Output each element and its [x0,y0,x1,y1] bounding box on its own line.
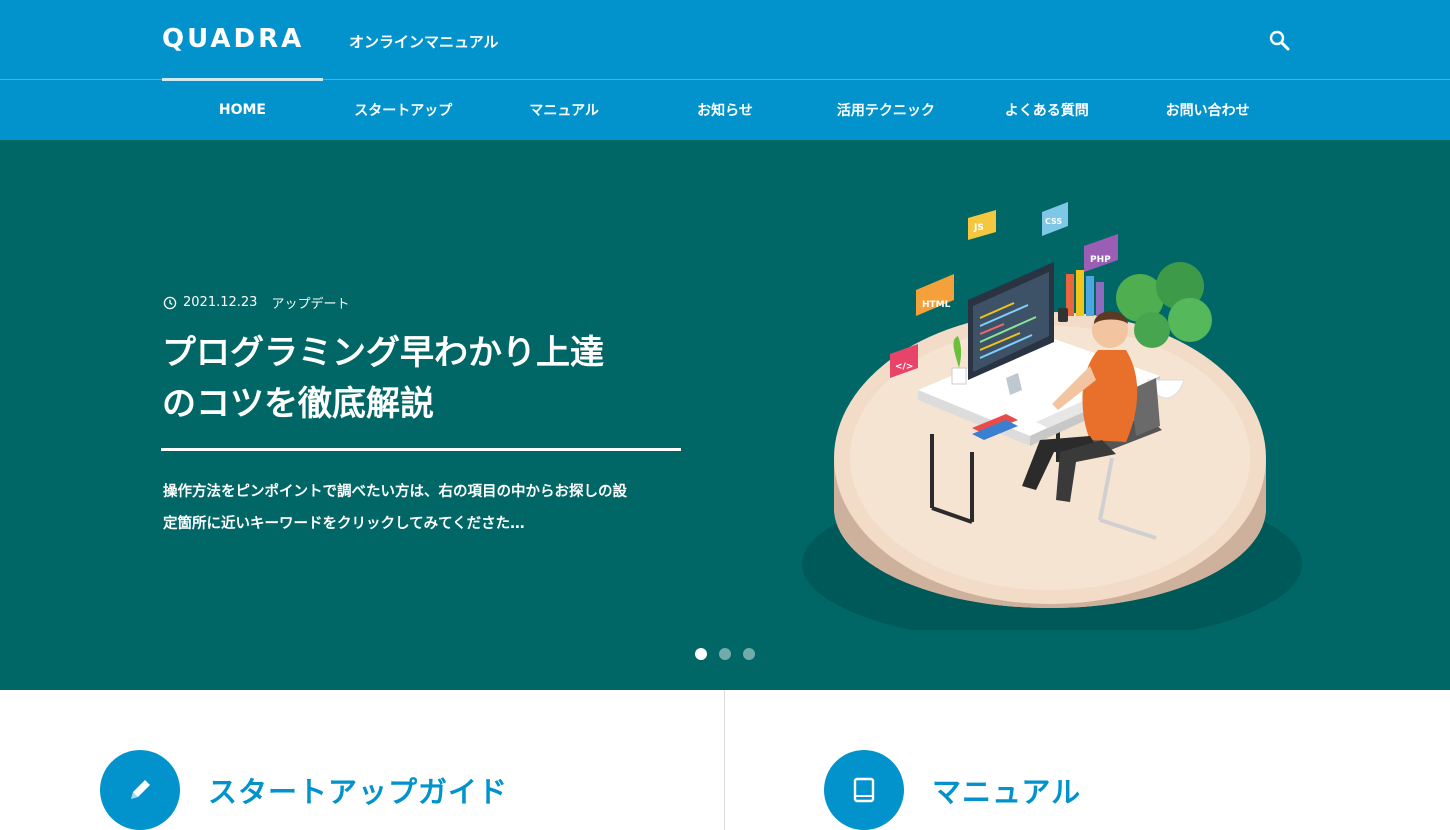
clock-icon [163,296,177,309]
hero-description-line2: 定箇所に近いキーワードをクリックしてみてくださた… [163,516,525,532]
startup-guide-icon-circle [100,750,180,830]
tag-php: PHP [1090,255,1111,265]
hero-meta: 2021.12.23 アップデート [163,293,349,312]
tag-js: JS [973,223,984,233]
slider-dot-3[interactable] [743,648,755,660]
hero-category[interactable]: アップデート [271,293,349,312]
manual-card[interactable]: マニュアル [824,750,1081,830]
site-header: QUADRA オンラインマニュアル HOME スタートアップ マニュアル お知ら… [0,0,1450,140]
book-icon [853,777,875,803]
nav-item-startup[interactable]: スタートアップ [323,80,484,140]
nav-item-home[interactable]: HOME [162,78,323,140]
hero-slider: 2021.12.23 アップデート プログラミング早わかり上達 のコツを徹底解説… [0,140,1450,690]
header-top-bar: QUADRA オンラインマニュアル [0,0,1450,80]
startup-guide-card[interactable]: スタートアップガイド [100,750,508,830]
nav-item-news[interactable]: お知らせ [645,80,806,140]
site-description: オンラインマニュアル [349,33,499,51]
startup-guide-label: スタートアップガイド [208,775,509,809]
hero-title[interactable]: プログラミング早わかり上達 のコツを徹底解説 [162,328,682,430]
tag-css: CSS [1045,217,1062,226]
nav-item-techniques[interactable]: 活用テクニック [805,80,966,140]
programmer-illustration: JS CSS PHP HTML </> [802,202,1302,630]
search-icon [1269,30,1290,51]
tag-html: HTML [922,300,951,310]
hero-description-line1: 操作方法をピンポイントで調べたい方は、右の項目の中からお探しの設 [163,484,627,500]
manual-label: マニュアル [932,775,1082,809]
hero-divider [161,448,681,451]
nav-item-contact[interactable]: お問い合わせ [1127,80,1288,140]
search-button[interactable] [1267,28,1293,54]
hero-description: 操作方法をピンポイントで調べたい方は、右の項目の中からお探しの設 定箇所に近いキ… [163,476,683,540]
card-divider [724,690,725,830]
nav-item-manual[interactable]: マニュアル [484,80,645,140]
site-logo[interactable]: QUADRA [162,24,304,54]
slider-dot-1[interactable] [695,648,707,660]
slider-dot-2[interactable] [719,648,731,660]
hero-title-line1: プログラミング早わかり上達 [162,333,604,373]
nav-item-faq[interactable]: よくある質問 [966,80,1127,140]
tag-code: </> [895,362,913,372]
hero-date: 2021.12.23 [183,295,258,310]
category-cards: スタートアップガイド マニュアル [0,690,1450,830]
global-nav: HOME スタートアップ マニュアル お知らせ 活用テクニック よくある質問 お… [162,78,1288,140]
slider-pagination [695,648,755,660]
manual-icon-circle [824,750,904,830]
hero-title-line2: のコツを徹底解説 [162,384,434,424]
pencil-icon [131,780,150,799]
